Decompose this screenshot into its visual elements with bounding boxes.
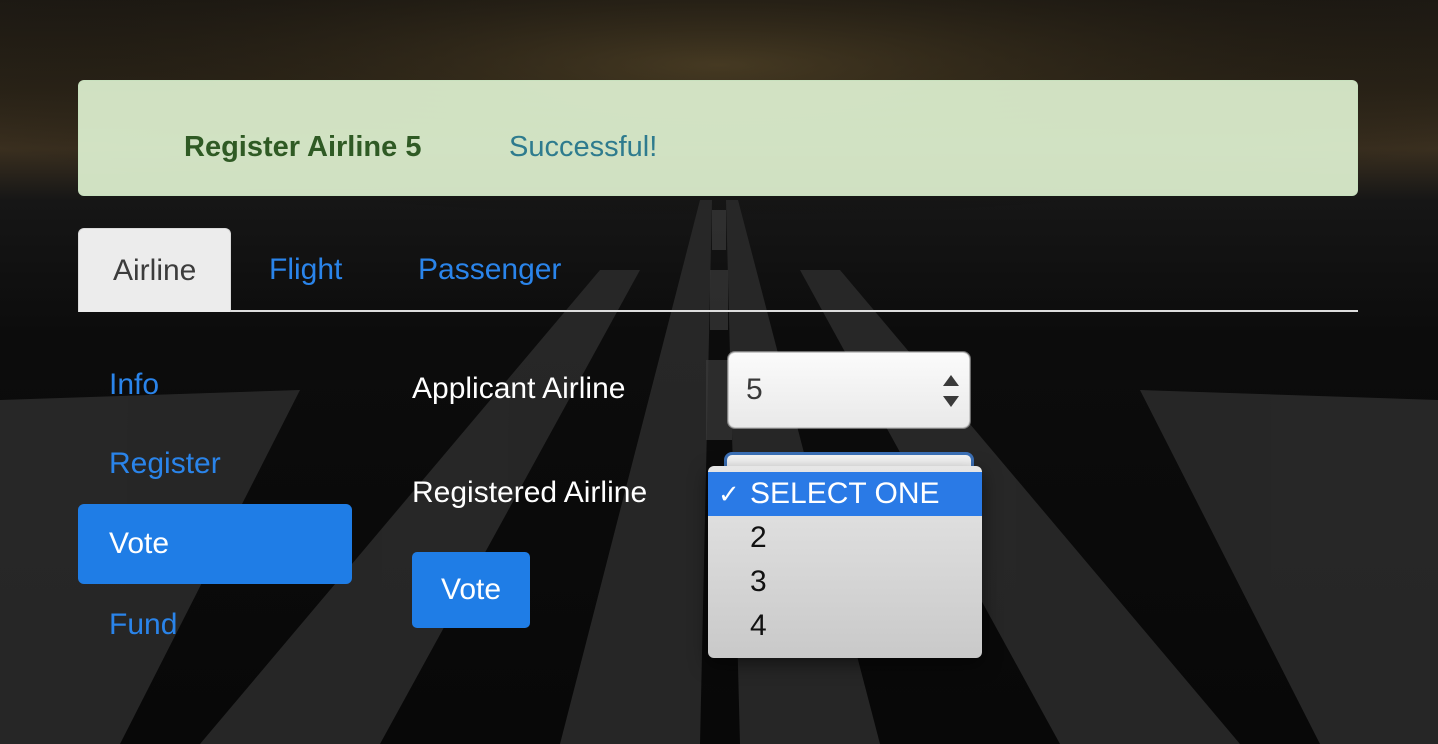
tab-airline[interactable]: Airline	[78, 228, 232, 312]
sidebar-item-register[interactable]: Register	[78, 424, 352, 504]
spinner-arrows-icon[interactable]	[943, 375, 959, 407]
applicant-airline-value: 5	[746, 373, 763, 406]
success-alert: Register Airline 5 Successful!	[78, 80, 1358, 196]
alert-title: Register Airline 5	[184, 131, 422, 163]
applicant-airline-label: Applicant Airline	[412, 372, 626, 405]
tab-flight[interactable]: Flight	[235, 228, 376, 312]
dropdown-option-4[interactable]: 4	[708, 604, 982, 648]
sidebar-item-fund[interactable]: Fund	[78, 585, 352, 665]
alert-message: Successful!	[509, 131, 658, 163]
tab-passenger[interactable]: Passenger	[384, 228, 595, 312]
main-tabs: Airline Flight Passenger	[78, 228, 1358, 312]
dropdown-option-select-one[interactable]: ✓ SELECT ONE	[708, 472, 982, 516]
dropdown-option-2[interactable]: 2	[708, 516, 982, 560]
vote-button[interactable]: Vote	[412, 552, 530, 628]
checkmark-icon: ✓	[718, 479, 740, 509]
registered-airline-dropdown[interactable]: ✓ SELECT ONE 2 3 4	[708, 466, 982, 658]
dropdown-option-3[interactable]: 3	[708, 560, 982, 604]
applicant-airline-input[interactable]: 5	[728, 352, 970, 428]
registered-airline-label: Registered Airline	[412, 476, 648, 509]
sidebar-item-info[interactable]: Info	[78, 345, 352, 425]
sidebar-item-vote[interactable]: Vote	[78, 504, 352, 584]
